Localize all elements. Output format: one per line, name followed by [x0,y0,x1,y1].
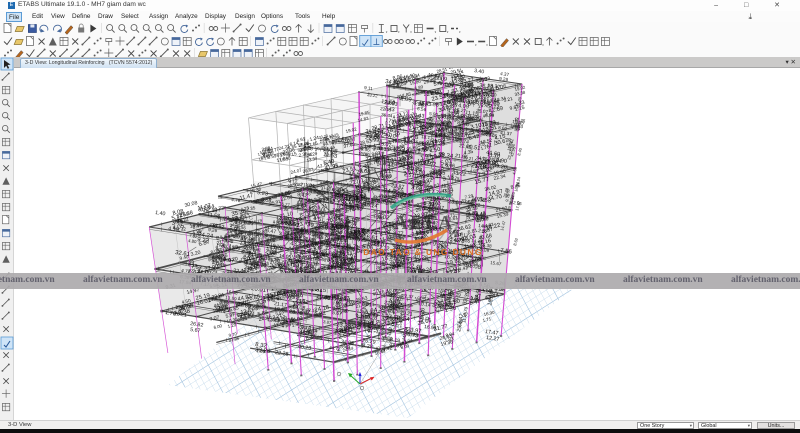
svg-text:12.27: 12.27 [486,335,500,343]
svg-text:9.11: 9.11 [364,85,374,91]
svg-text:1.71: 1.71 [482,316,492,323]
svg-text:22.28: 22.28 [275,350,289,358]
svg-text:1.80: 1.80 [256,348,266,354]
svg-text:DAO TAO & UNG DUNG: DAO TAO & UNG DUNG [363,247,483,257]
svg-text:9.15: 9.15 [287,151,297,158]
svg-text:8.62: 8.62 [512,237,519,247]
svg-text:1.40: 1.40 [155,210,166,217]
svg-text:10.17: 10.17 [258,155,270,162]
svg-text:7.07: 7.07 [209,315,220,323]
svg-text:8.40: 8.40 [516,147,523,157]
svg-text:8.29: 8.29 [362,343,373,350]
svg-text:1.29: 1.29 [227,322,237,329]
svg-text:24.07: 24.07 [290,167,303,175]
svg-text:6.00: 6.00 [213,323,223,330]
svg-text:30.08: 30.08 [184,200,198,209]
svg-text:3.40: 3.40 [474,68,485,75]
svg-text:5.67: 5.67 [190,327,201,334]
svg-text:1.78: 1.78 [165,310,176,317]
svg-text:4.55: 4.55 [511,166,518,176]
